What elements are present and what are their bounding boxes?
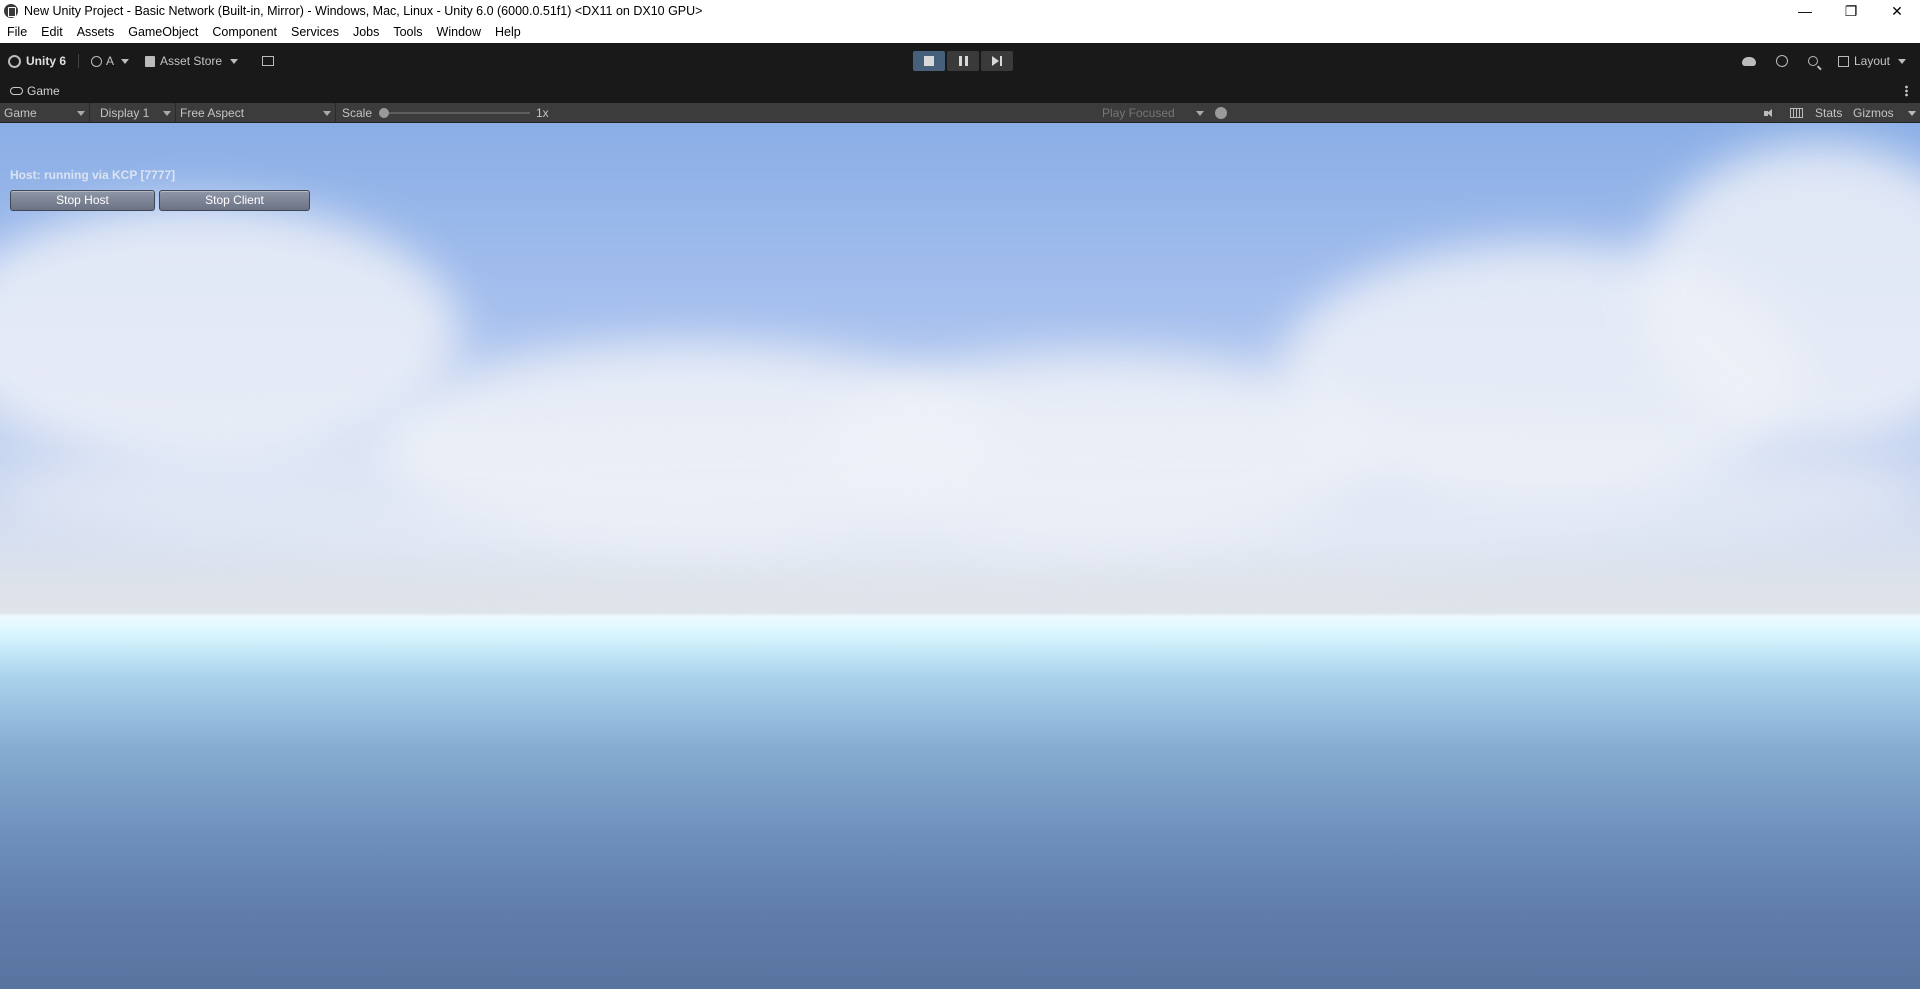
layout-label: Layout <box>1853 54 1890 68</box>
menu-gameobject[interactable]: GameObject <box>121 22 205 43</box>
minimize-button[interactable]: — <box>1782 0 1828 22</box>
shopping-bag-icon <box>145 55 156 67</box>
gizmos-label: Gizmos <box>1853 106 1894 120</box>
window-title: New Unity Project - Basic Network (Built… <box>24 4 703 18</box>
menu-window[interactable]: Window <box>430 22 488 43</box>
menu-help[interactable]: Help <box>488 22 528 43</box>
sky-cloud <box>0 413 1920 573</box>
bug-icon <box>1215 107 1227 119</box>
chevron-down-icon <box>230 58 239 64</box>
chevron-down-icon <box>77 110 85 116</box>
menu-component[interactable]: Component <box>205 22 284 43</box>
unity-version-label: Unity 6 <box>26 54 67 68</box>
shortcuts-button[interactable] <box>1790 103 1803 123</box>
chevron-down-icon <box>323 110 331 116</box>
toolbar-right-group: Layout <box>1741 52 1906 70</box>
debug-button[interactable] <box>1215 103 1227 123</box>
package-manager-icon[interactable] <box>262 56 275 66</box>
tab-game-label: Game <box>27 84 60 98</box>
network-status-text: Host: running via KCP [7777] <box>10 168 176 182</box>
step-bar-icon <box>1000 56 1002 66</box>
stop-host-button[interactable]: Stop Host <box>10 190 155 211</box>
step-forward-icon <box>992 56 999 66</box>
step-button[interactable] <box>981 51 1013 71</box>
keyboard-icon <box>1790 108 1803 118</box>
stats-button[interactable]: Stats <box>1815 103 1842 123</box>
speaker-icon <box>1764 108 1775 118</box>
chevron-down-icon <box>163 110 171 116</box>
menu-assets[interactable]: Assets <box>70 22 122 43</box>
game-view-toolbar: Game Display 1 Free Aspect Scale 1x Play… <box>0 103 1920 123</box>
undo-history-icon[interactable] <box>1775 55 1788 67</box>
gizmos-dropdown[interactable]: Gizmos <box>1853 103 1920 123</box>
scale-label: Scale <box>342 106 373 120</box>
stop-client-button[interactable]: Stop Client <box>159 190 310 211</box>
view-mode-label: Game <box>4 106 37 120</box>
play-controls <box>913 51 1013 71</box>
game-tab-bar: Game <box>0 79 1920 103</box>
aspect-label: Free Aspect <box>180 106 245 120</box>
mute-audio-button[interactable] <box>1764 103 1775 123</box>
aspect-dropdown[interactable]: Free Aspect <box>176 103 336 123</box>
asset-store-dropdown[interactable]: Asset Store <box>145 54 239 68</box>
gamepad-icon <box>10 87 23 95</box>
window-title-bar: New Unity Project - Basic Network (Built… <box>0 0 1920 22</box>
unity-app-icon <box>4 4 18 18</box>
menu-jobs[interactable]: Jobs <box>346 22 386 43</box>
layout-icon <box>1837 55 1849 67</box>
stop-icon <box>924 56 934 66</box>
restore-button[interactable]: ❐ <box>1828 0 1874 22</box>
pause-icon <box>958 56 968 66</box>
menu-file[interactable]: File <box>0 22 34 43</box>
play-focus-label: Play Focused <box>1102 106 1175 120</box>
account-icon <box>91 55 103 67</box>
chevron-down-icon <box>121 58 130 64</box>
play-stop-button[interactable] <box>913 51 945 71</box>
more-options-icon[interactable] <box>1905 85 1908 97</box>
unity-version-button[interactable]: Unity 6 <box>8 54 66 68</box>
scale-slider-handle[interactable] <box>379 108 389 118</box>
toolbar-left-group: Unity 6 A Asset Store <box>8 52 275 70</box>
chevron-down-icon <box>1196 110 1204 116</box>
display-label: Display 1 <box>100 106 150 120</box>
asset-store-label: Asset Store <box>160 54 223 68</box>
chevron-down-icon <box>1908 110 1916 116</box>
game-viewport[interactable]: Host: running via KCP [7777] Stop Host S… <box>0 123 1920 989</box>
scale-slider-track[interactable] <box>386 112 530 114</box>
account-label: A <box>106 54 115 68</box>
layout-dropdown[interactable]: Layout <box>1837 54 1906 68</box>
view-mode-dropdown[interactable]: Game <box>0 103 90 123</box>
main-toolbar: Unity 6 A Asset Store Layout <box>0 43 1920 79</box>
pause-button[interactable] <box>947 51 979 71</box>
account-dropdown[interactable]: A <box>91 54 130 68</box>
play-focus-dropdown[interactable]: Play Focused <box>1098 103 1208 123</box>
window-controls: — ❐ ✕ <box>1782 0 1920 22</box>
chevron-down-icon <box>1898 58 1906 64</box>
menu-services[interactable]: Services <box>284 22 346 43</box>
search-icon[interactable] <box>1807 56 1818 66</box>
toolbar-divider <box>78 54 80 68</box>
menu-bar: File Edit Assets GameObject Component Se… <box>0 22 1920 43</box>
display-dropdown[interactable]: Display 1 <box>96 103 176 123</box>
cloud-icon[interactable] <box>1741 56 1756 66</box>
menu-tools[interactable]: Tools <box>386 22 429 43</box>
unity-logo-icon <box>8 54 21 68</box>
tab-game[interactable]: Game <box>10 84 60 98</box>
scale-value: 1x <box>536 106 549 120</box>
menu-edit[interactable]: Edit <box>34 22 70 43</box>
close-button[interactable]: ✕ <box>1874 0 1920 22</box>
